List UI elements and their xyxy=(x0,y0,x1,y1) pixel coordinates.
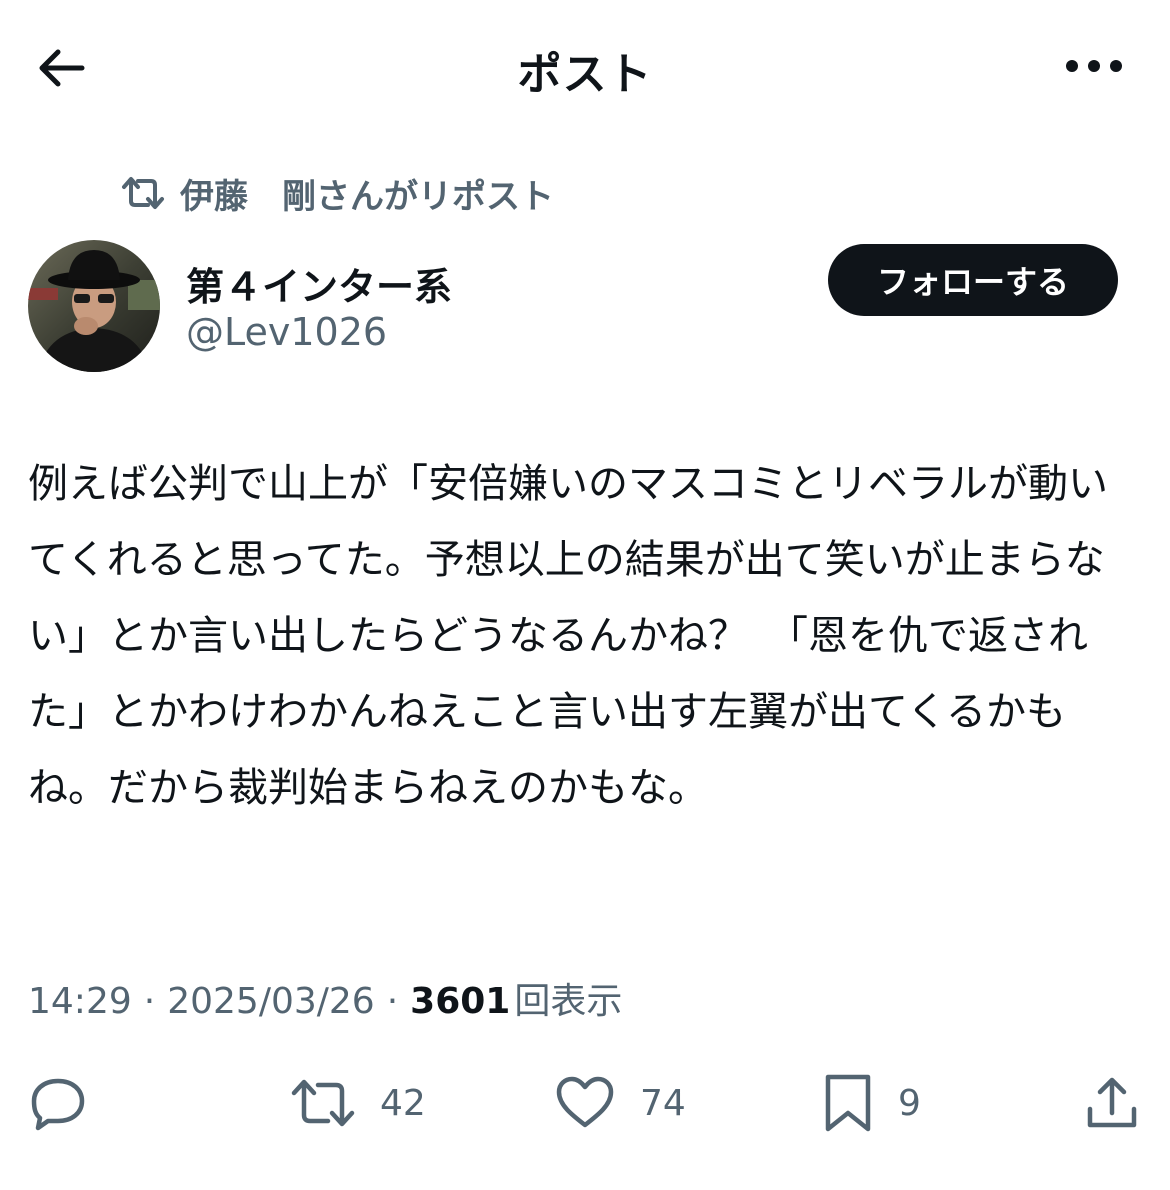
avatar[interactable] xyxy=(28,240,160,372)
views[interactable]: 3601 回表示 xyxy=(410,972,622,1024)
bookmark-icon xyxy=(825,1074,871,1132)
repost-context[interactable]: 伊藤 剛さんがリポスト xyxy=(120,168,554,218)
top-header: ポスト xyxy=(0,0,1170,130)
avatar-image xyxy=(28,240,160,372)
author-handle[interactable]: @Lev1026 xyxy=(186,310,387,354)
repost-text: 伊藤 剛さんがリポスト xyxy=(180,176,554,217)
bookmark-button[interactable]: 9 xyxy=(822,1070,921,1136)
heart-icon xyxy=(556,1076,614,1128)
tweet-text: 例えば公判で山上が「安倍嫌いのマスコミとリベラルが動いてくれると思ってた。予想以… xyxy=(28,461,1108,811)
meta-separator: · xyxy=(143,981,156,1022)
follow-button[interactable]: フォローする xyxy=(828,244,1118,316)
views-label: 回表示 xyxy=(514,981,623,1022)
tweet-time[interactable]: 14:29 xyxy=(28,981,132,1022)
more-horizontal-icon xyxy=(1066,60,1122,72)
share-button[interactable] xyxy=(1084,1070,1140,1136)
more-button[interactable] xyxy=(1058,42,1130,90)
author-name[interactable]: 第４インター系 xyxy=(186,256,452,311)
share-icon xyxy=(1087,1077,1137,1128)
like-button[interactable]: 74 xyxy=(554,1070,686,1136)
reply-button[interactable] xyxy=(28,1070,88,1136)
post-detail-page: ポスト 伊藤 剛さんがリポスト 第４インター系 @Lev1026 フォローする … xyxy=(0,0,1170,1190)
repost-icon xyxy=(291,1079,355,1127)
bookmark-count: 9 xyxy=(898,1082,921,1124)
page-title: ポスト xyxy=(517,49,653,100)
repost-icon xyxy=(122,177,164,209)
tweet-meta: 14:29 · 2025/03/26 · 3601 回表示 xyxy=(28,972,622,1028)
repost-button[interactable]: 42 xyxy=(290,1070,426,1136)
like-count: 74 xyxy=(640,1082,686,1124)
meta-separator: · xyxy=(386,981,399,1022)
tweet-date[interactable]: 2025/03/26 xyxy=(167,981,375,1022)
views-count: 3601 xyxy=(410,981,511,1022)
repost-count: 42 xyxy=(380,1082,426,1124)
reply-icon xyxy=(31,1078,85,1131)
